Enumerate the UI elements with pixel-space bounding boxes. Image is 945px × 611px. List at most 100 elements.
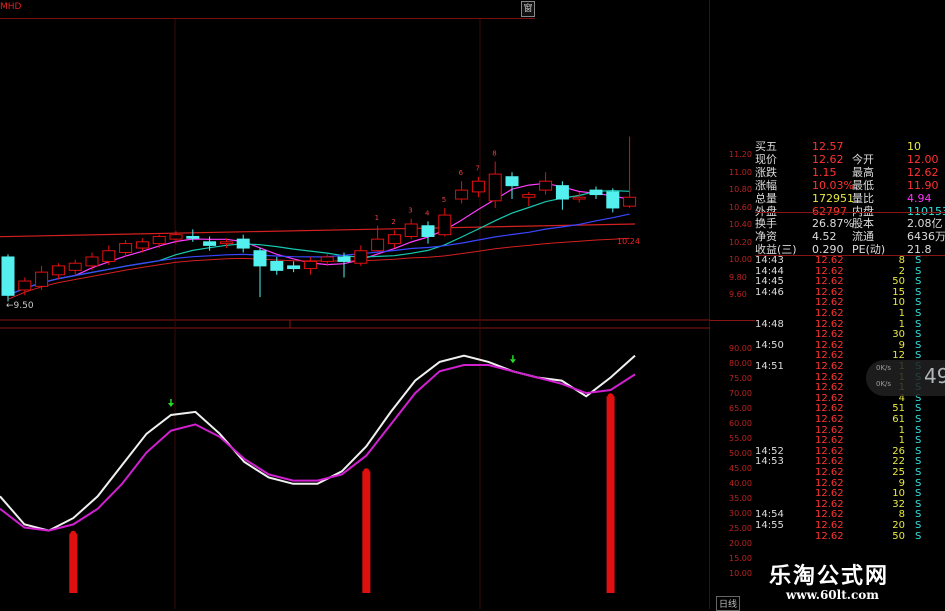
tick-row[interactable]: 12.62 25 S [755, 468, 945, 478]
tick-side: S [915, 276, 922, 288]
tick-price: 12.62 [815, 509, 844, 521]
tick-price: 12.62 [815, 297, 844, 309]
download-speed: 0K/s [876, 380, 892, 388]
quote-v: 12.57 [812, 140, 844, 153]
tick-volume: 8 [898, 509, 905, 521]
tick-row[interactable]: 12.62 1S [755, 309, 945, 319]
tick-row[interactable]: 14:48 12.62 1 S [755, 318, 945, 330]
signal-bar-cap [607, 393, 614, 400]
tick-side: S [915, 403, 922, 415]
osc-tick: 60.00 [729, 419, 752, 428]
quote-v2: 2.08亿 [907, 217, 943, 231]
tick-side: S [915, 329, 922, 341]
candle-up [303, 260, 317, 270]
tick-volume: 26 [892, 445, 905, 457]
network-speed-widget[interactable]: 0K/s 0K/s 49 [866, 360, 945, 396]
osc-tick: 55.00 [729, 434, 752, 443]
tick-row[interactable]: 14:52 12.62 26 S [755, 445, 945, 457]
candle-up [522, 194, 536, 198]
quote-row: 现价 12.62 今开 12.00 [755, 153, 945, 166]
candle-up [320, 256, 334, 262]
quote-k: 外盘 [755, 204, 777, 218]
price-tick: 9.80 [729, 272, 747, 282]
tick-volume: 61 [892, 414, 905, 425]
chart-area[interactable]: 1 2 3 4 5 6 7 8 [0, 0, 710, 609]
tick-volume: 30 [892, 329, 905, 341]
tick-row[interactable]: 12.62 1S [755, 424, 945, 436]
chart-title-bar: MHD 窗 [0, 0, 535, 19]
osc-tick: 90.00 [729, 344, 752, 353]
tick-side: S [915, 498, 922, 510]
tick-row[interactable]: 12.62 50 S [755, 531, 945, 542]
tick-row[interactable]: 12.62 10 S [755, 489, 945, 499]
tick-time: 14:55 [755, 520, 784, 531]
watermark-url: www.60lt.com [786, 588, 879, 602]
kline-chart[interactable]: 1 2 3 4 5 6 7 8 [0, 0, 710, 609]
cross-arrow [509, 359, 516, 364]
candle-down [589, 189, 603, 196]
quote-v: 1.15 [812, 165, 837, 179]
tick-row[interactable]: 12.62 51 S [755, 404, 945, 414]
quote-row: 外盘 62797 内盘 110153 [755, 205, 945, 218]
tick-side: S [915, 318, 922, 330]
ma5-line [7, 182, 630, 296]
quote-v: 172951 [812, 191, 854, 205]
ma-value-label: 10.24 [617, 237, 640, 246]
quote-k2: 内盘 [852, 204, 874, 218]
quote-k: 总量 [755, 191, 777, 205]
candle-up [169, 234, 183, 240]
tick-volume: 1 [898, 424, 905, 436]
candle-up [623, 196, 637, 207]
tick-price: 12.62 [815, 435, 844, 447]
tick-row[interactable]: 12.62 1S [755, 436, 945, 446]
candle-up [51, 265, 65, 276]
quote-v2: 12.62 [907, 165, 939, 179]
quote-separator [755, 255, 945, 256]
tick-price: 12.62 [815, 371, 844, 383]
tick-row[interactable]: 12.62 10 S [755, 298, 945, 308]
tick-side: S [915, 286, 922, 298]
quote-k2: 量比 [852, 191, 874, 205]
tick-row[interactable]: 14:44 12.62 2 S [755, 265, 945, 277]
candle-up [471, 180, 485, 193]
tick-time: 14:43 [755, 255, 784, 266]
tick-row[interactable]: 12.62 32 S [755, 498, 945, 510]
osc-tick: 10.00 [729, 569, 752, 578]
osc-tick: 75.00 [729, 374, 752, 383]
tick-row[interactable]: 14:55 12.62 20 S [755, 521, 945, 531]
tick-row[interactable]: 12.62 9 S [755, 478, 945, 489]
tick-row[interactable]: 12.62 30 S [755, 330, 945, 340]
tick-side: S [915, 308, 922, 319]
osc-tick: 40.00 [729, 479, 752, 488]
tick-row[interactable]: 14:43 12.62 8 S [755, 256, 945, 266]
tick-time: 14:44 [755, 265, 784, 277]
tick-price: 12.62 [815, 520, 844, 531]
quote-v: 10.03% [812, 178, 854, 192]
tick-row[interactable]: 14:45 12.62 50 S [755, 277, 945, 287]
quote-k2: 最高 [852, 165, 874, 179]
indicator-label: MHD [0, 2, 22, 12]
tick-row[interactable]: 14:54 12.62 8 S [755, 510, 945, 520]
tick-volume: 50 [892, 276, 905, 288]
osc-tick: 50.00 [729, 449, 752, 458]
quote-v2: 4.94 [907, 191, 932, 205]
tick-row[interactable]: 14:50 12.62 9 S [755, 339, 945, 351]
speed-percent: 49 [924, 364, 945, 388]
tick-time: 14:50 [755, 339, 784, 351]
tick-volume: 20 [892, 520, 905, 531]
tick-list[interactable]: 14:43 12.62 8 S 14:44 12.62 2 S 14:45 12.62 50 S 14:… [755, 256, 945, 546]
quote-row: 换手 26.87% 股本 2.08亿 [755, 217, 945, 230]
tick-price: 12.62 [815, 467, 844, 478]
tick-row[interactable]: 14:46 12.62 15 S [755, 286, 945, 298]
quote-v2: 12.00 [907, 152, 939, 166]
candle-down [421, 225, 435, 237]
candle-up [572, 196, 586, 200]
tick-row[interactable]: 12.62 61 S [755, 415, 945, 425]
tick-row[interactable]: 14:53 12.62 22 S [755, 457, 945, 467]
price-tick: 10.60 [729, 202, 752, 212]
candle-up [102, 250, 116, 262]
window-button[interactable]: 窗 [521, 1, 535, 17]
candle-up [35, 271, 49, 287]
ma10-line [7, 189, 630, 296]
sequence-number: 3 [408, 207, 412, 215]
